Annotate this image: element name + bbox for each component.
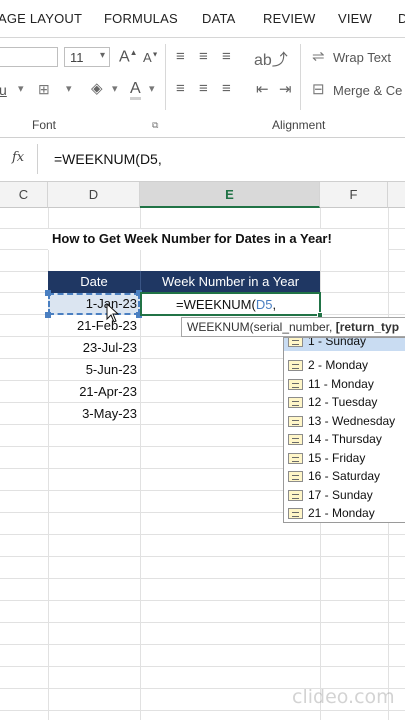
decrease-indent-icon[interactable]: ⇤ bbox=[256, 80, 269, 98]
merge-center-button[interactable]: Merge & Ce bbox=[333, 83, 402, 98]
date-cell[interactable]: 23-Jul-23 bbox=[48, 340, 137, 355]
font-size-value: 11 bbox=[70, 50, 84, 65]
dropdown-option[interactable]: 2 - Monday bbox=[284, 356, 405, 375]
active-cell-e5[interactable]: =WEEKNUM(D5, bbox=[140, 292, 323, 318]
dropdown-option[interactable]: 1 - Sunday bbox=[284, 338, 405, 351]
mouse-cursor-icon bbox=[106, 303, 120, 323]
column-header-f[interactable]: F bbox=[320, 182, 388, 208]
group-divider bbox=[300, 44, 301, 110]
ribbon: 11 ▾ A▲ A▼ ≡ ≡ ≡ ab⤴ ⇌ Wrap Text u ▾ ⊞ ▾… bbox=[0, 38, 405, 138]
option-icon bbox=[288, 397, 303, 408]
dropdown-option[interactable]: 21 - Monday bbox=[284, 504, 405, 522]
wrap-text-icon[interactable]: ⇌ bbox=[312, 47, 325, 65]
increase-indent-icon[interactable]: ⇥ bbox=[279, 80, 292, 98]
option-icon bbox=[288, 489, 303, 501]
option-icon bbox=[288, 415, 303, 427]
dropdown-arrow-icon[interactable]: ▾ bbox=[112, 82, 118, 95]
formula-text: =WEEKNUM(D5, bbox=[54, 151, 162, 167]
active-cell-formula: =WEEKNUM(D5, bbox=[176, 297, 277, 312]
tab-page-layout[interactable]: AGE LAYOUT bbox=[0, 11, 82, 26]
shrink-font-button[interactable]: A▼ bbox=[143, 50, 159, 65]
column-header-g[interactable] bbox=[388, 182, 405, 208]
dropdown-option[interactable]: 11 - Monday bbox=[284, 375, 405, 394]
date-cell[interactable]: 3-May-23 bbox=[48, 406, 137, 421]
fx-icon[interactable]: fx bbox=[12, 150, 24, 165]
column-header-e[interactable]: E bbox=[140, 182, 320, 208]
tab-developer[interactable]: D bbox=[398, 11, 405, 26]
gridline bbox=[0, 556, 405, 557]
option-icon bbox=[288, 338, 303, 347]
header-week-number[interactable]: Week Number in a Year bbox=[140, 271, 320, 293]
gridline bbox=[0, 534, 405, 535]
align-top-icon[interactable]: ≡ bbox=[176, 48, 185, 65]
align-left-icon[interactable]: ≡ bbox=[176, 80, 185, 97]
tab-data[interactable]: DATA bbox=[202, 11, 236, 26]
font-color-button[interactable]: A bbox=[130, 80, 141, 100]
date-cell[interactable]: 21-Feb-23 bbox=[48, 318, 137, 333]
date-cell[interactable]: 5-Jun-23 bbox=[48, 362, 137, 377]
gridline bbox=[0, 666, 405, 667]
group-divider bbox=[165, 44, 166, 110]
dropdown-option[interactable]: 14 - Thursday bbox=[284, 430, 405, 449]
tooltip-current-arg: [return_typ bbox=[335, 320, 400, 334]
font-group-label: Font bbox=[32, 118, 57, 132]
formula-bar: fx =WEEKNUM(D5, bbox=[0, 138, 405, 182]
grow-font-button[interactable]: A▲ bbox=[119, 48, 138, 66]
tab-formulas[interactable]: FORMULAS bbox=[104, 11, 178, 26]
function-tooltip: WEEKNUM(serial_number, [return_typ bbox=[181, 317, 405, 337]
borders-icon[interactable]: ⊞ bbox=[38, 81, 50, 98]
alignment-group-label: Alignment bbox=[272, 118, 326, 132]
fx-area: fx bbox=[0, 144, 38, 174]
option-icon bbox=[288, 378, 303, 390]
align-right-icon[interactable]: ≡ bbox=[222, 80, 231, 97]
dropdown-arrow-icon[interactable]: ▾ bbox=[149, 82, 155, 95]
watermark: clideo.com bbox=[292, 686, 395, 708]
dropdown-option[interactable]: 16 - Saturday bbox=[284, 467, 405, 486]
dropdown-arrow-icon[interactable]: ▾ bbox=[18, 82, 24, 95]
align-middle-icon[interactable]: ≡ bbox=[199, 48, 208, 65]
date-cell[interactable]: 1-Jan-23 bbox=[48, 296, 137, 311]
gridline bbox=[0, 710, 405, 711]
column-header-d[interactable]: D bbox=[48, 182, 140, 208]
chevron-down-icon: ▾ bbox=[99, 50, 105, 61]
option-icon bbox=[288, 434, 303, 445]
underline-button[interactable]: u bbox=[0, 82, 7, 98]
gridline bbox=[0, 644, 405, 645]
dropdown-option[interactable]: 15 - Friday bbox=[284, 449, 405, 468]
gridline bbox=[0, 600, 405, 601]
option-icon bbox=[288, 360, 303, 371]
return-type-dropdown[interactable]: 1 - Sunday 2 - Monday 11 - Monday 12 - T… bbox=[283, 337, 405, 523]
formula-input[interactable]: =WEEKNUM(D5, bbox=[42, 144, 405, 174]
date-cell[interactable]: 21-Apr-23 bbox=[48, 384, 137, 399]
tab-review[interactable]: REVIEW bbox=[263, 11, 315, 26]
option-icon bbox=[288, 471, 303, 482]
dropdown-option[interactable]: 13 - Wednesday bbox=[284, 412, 405, 431]
tooltip-function[interactable]: WEEKNUM(serial_number, bbox=[187, 320, 336, 334]
ribbon-tabs: AGE LAYOUT FORMULAS DATA REVIEW VIEW D bbox=[0, 0, 405, 38]
column-header-c[interactable]: C bbox=[0, 182, 48, 208]
header-date[interactable]: Date bbox=[48, 271, 140, 293]
align-bottom-icon[interactable]: ≡ bbox=[222, 48, 231, 65]
align-center-icon[interactable]: ≡ bbox=[199, 80, 208, 97]
dropdown-option[interactable]: 17 - Sunday bbox=[284, 486, 405, 505]
dialog-launcher-icon[interactable]: ⧉ bbox=[152, 120, 158, 131]
dropdown-option[interactable]: 12 - Tuesday bbox=[284, 393, 405, 412]
sheet-title: How to Get Week Number for Dates in a Ye… bbox=[52, 231, 332, 246]
font-name-box[interactable] bbox=[0, 47, 58, 67]
option-icon bbox=[288, 452, 303, 464]
merge-center-icon[interactable]: ⊟ bbox=[312, 80, 325, 98]
tab-view[interactable]: VIEW bbox=[338, 11, 372, 26]
font-size-box[interactable]: 11 ▾ bbox=[64, 47, 110, 67]
orientation-icon[interactable]: ab⤴ bbox=[254, 46, 288, 70]
gridline bbox=[0, 578, 405, 579]
wrap-text-button[interactable]: Wrap Text bbox=[333, 50, 391, 65]
dropdown-arrow-icon[interactable]: ▾ bbox=[66, 82, 72, 95]
option-icon bbox=[288, 508, 303, 519]
fill-color-icon[interactable]: ◈ bbox=[91, 79, 103, 97]
gridline bbox=[0, 622, 405, 623]
